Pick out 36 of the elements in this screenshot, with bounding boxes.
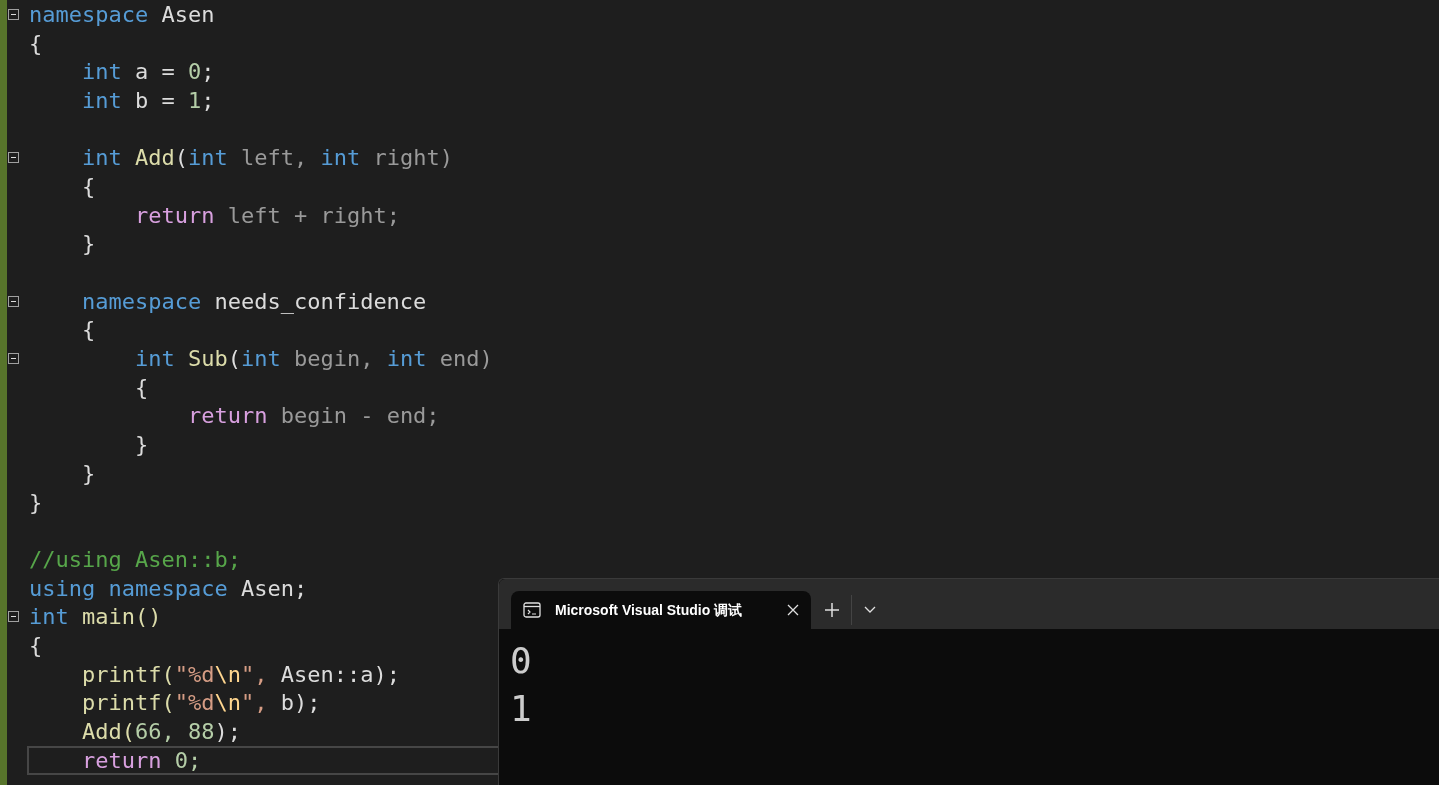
code-line: { [28,631,44,660]
collapse-icon[interactable] [8,611,19,623]
console-icon [523,602,541,618]
plus-icon[interactable] [825,603,839,617]
code-line: { [80,316,97,345]
code-line: } [28,488,44,517]
code-line: return left + right; [133,201,401,230]
console-output-line: 0 [510,639,532,683]
collapse-icon[interactable] [8,152,19,164]
code-line: int main() [28,603,163,632]
code-line: } [80,230,97,259]
close-icon[interactable] [787,604,799,616]
code-line: printf("%d\n", Asen::a); [80,660,401,689]
code-line: int Add(int left, int right) [80,144,454,173]
code-line: int a = 0; [80,58,216,87]
collapse-icon[interactable] [8,295,19,307]
code-line: namespace needs_confidence [80,287,428,316]
console-output-line: 1 [510,687,532,731]
code-line: } [133,431,150,459]
tab-title: Microsoft Visual Studio 调试 [555,600,744,620]
code-line: return begin - end; [186,402,441,431]
code-line: namespace Asen [28,0,216,29]
code-line: } [80,459,97,488]
chevron-down-icon[interactable] [864,606,876,614]
code-line: { [133,373,150,402]
code-line: { [28,29,44,58]
terminal-tab[interactable]: Microsoft Visual Studio 调试 [511,591,811,629]
code-line: int Sub(int begin, int end) [133,345,494,373]
code-line: { [80,172,97,201]
code-line: using namespace Asen; [28,574,309,603]
collapse-icon[interactable] [8,8,19,20]
code-line: int b = 1; [80,86,216,115]
code-line: //using Asen::b; [28,545,242,574]
collapse-icon[interactable] [8,353,19,365]
code-line: printf("%d\n", b); [80,689,322,718]
code-line: Add(66, 88); [80,718,242,746]
